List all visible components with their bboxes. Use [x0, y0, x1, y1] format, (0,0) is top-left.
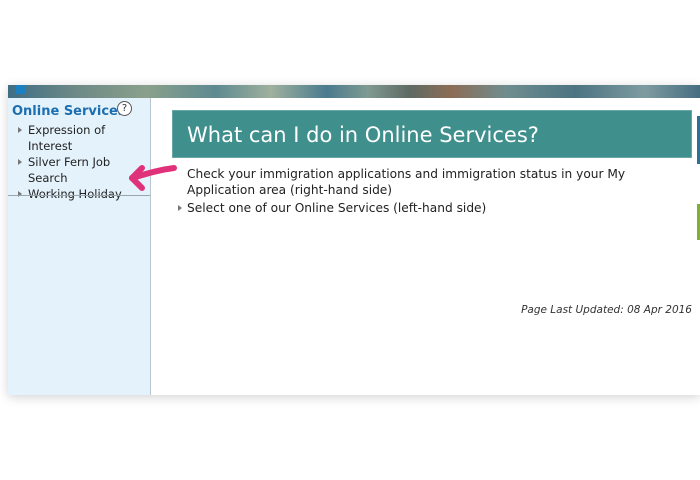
last-updated-text: Page Last Updated: 08 Apr 2016 — [521, 304, 692, 316]
list-item: Select one of our Online Services (left-… — [178, 200, 693, 216]
sidebar-divider — [8, 195, 150, 196]
header-banner-image — [8, 85, 700, 98]
sidebar: Online Services ? Expression of Interest… — [8, 98, 151, 395]
sidebar-item-label[interactable]: Working Holiday — [28, 187, 122, 201]
list-item-text: Select one of our Online Services (left-… — [187, 201, 487, 215]
sidebar-title: Online Services — [12, 104, 126, 119]
bullet-list: Check your immigration applications and … — [178, 166, 693, 218]
help-icon[interactable]: ? — [117, 101, 132, 116]
page-heading: What can I do in Online Services? — [172, 110, 692, 158]
list-item-text: Check your immigration applications and … — [187, 167, 626, 197]
sidebar-item-expression-of-interest[interactable]: Expression of Interest — [8, 122, 150, 154]
logo-square — [16, 85, 25, 94]
triangle-bullet-icon — [18, 127, 22, 133]
main-content: What can I do in Online Services? Check … — [158, 98, 700, 395]
sidebar-item-label[interactable]: Expression of Interest — [28, 123, 105, 153]
triangle-bullet-icon — [178, 205, 182, 211]
list-item: Check your immigration applications and … — [178, 166, 693, 198]
sidebar-item-label[interactable]: Silver Fern Job Search — [28, 155, 110, 185]
triangle-bullet-icon — [18, 159, 22, 165]
page-frame: Online Services ? Expression of Interest… — [8, 85, 700, 395]
arrow-annotation-icon — [129, 165, 177, 191]
sidebar-item-silver-fern-job-search[interactable]: Silver Fern Job Search — [8, 154, 123, 186]
triangle-bullet-icon — [18, 191, 22, 197]
